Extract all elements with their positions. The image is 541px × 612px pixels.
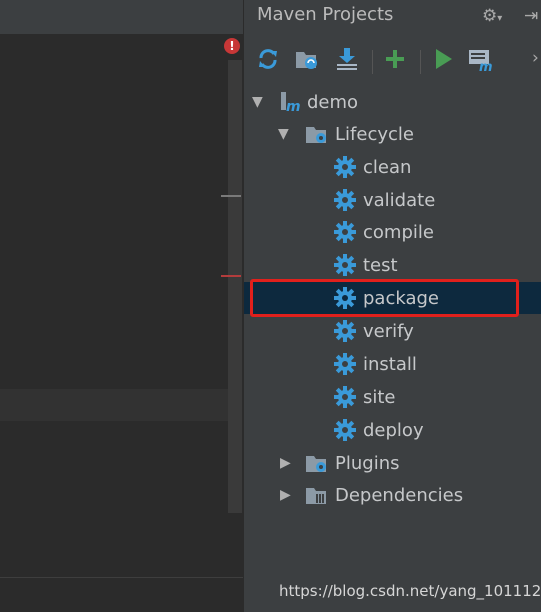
lifecycle-goal-clean[interactable]: clean xyxy=(244,151,541,183)
svg-text:m: m xyxy=(286,99,301,114)
maven-toolbar: m › xyxy=(244,42,541,78)
toolbar-separator xyxy=(372,50,373,74)
lifecycle-goal-install[interactable]: install xyxy=(244,348,541,380)
folder-gear-icon xyxy=(304,451,330,479)
gear-icon xyxy=(333,319,357,347)
gear-icon xyxy=(333,352,357,380)
divider xyxy=(0,577,243,578)
gear-icon[interactable]: ⚙▾ xyxy=(482,6,502,26)
goal-label: verify xyxy=(363,320,414,342)
goal-label: install xyxy=(363,353,417,375)
lifecycle-goal-deploy[interactable]: deploy xyxy=(244,414,541,446)
gear-icon xyxy=(333,155,357,183)
watermark: https://blog.csdn.net/yang_1011123 xyxy=(279,582,541,600)
tree-item-dependencies[interactable]: ▶ Dependencies xyxy=(244,479,541,511)
toolbar-separator xyxy=(420,50,421,74)
lifecycle-goal-test[interactable]: test xyxy=(244,249,541,281)
goal-label: test xyxy=(363,254,398,276)
folder-refresh-icon[interactable] xyxy=(292,42,322,76)
editor-area[interactable]: ! xyxy=(0,0,243,612)
collapse-arrow-icon[interactable]: ▶ xyxy=(280,455,291,471)
maven-module-icon: m xyxy=(279,90,303,118)
lifecycle-goal-validate[interactable]: validate xyxy=(244,184,541,216)
error-icon[interactable]: ! xyxy=(224,38,240,54)
gear-icon xyxy=(333,220,357,248)
expand-arrow-icon[interactable]: ▼ xyxy=(252,94,263,110)
lifecycle-goal-verify[interactable]: verify xyxy=(244,315,541,347)
editor-scrollbar[interactable] xyxy=(228,60,242,513)
annotation-highlight-box xyxy=(250,279,519,317)
panel-header: Maven Projects ⚙▾ ⇥ xyxy=(244,0,541,32)
refresh-icon[interactable] xyxy=(253,42,283,76)
tree-item-lifecycle[interactable]: ▼ Lifecycle xyxy=(244,118,541,150)
gear-icon xyxy=(333,418,357,446)
tree-item-label: Lifecycle xyxy=(335,123,414,145)
tree-item-label: Plugins xyxy=(335,452,400,474)
download-icon[interactable] xyxy=(332,42,362,76)
editor-code-area[interactable] xyxy=(0,34,225,389)
folder-library-icon xyxy=(304,483,330,511)
tree-item-demo[interactable]: ▼ m demo xyxy=(244,86,541,118)
folder-gear-icon xyxy=(304,122,330,150)
goal-label: deploy xyxy=(363,419,424,441)
lifecycle-goal-site[interactable]: site xyxy=(244,381,541,413)
plus-icon[interactable] xyxy=(380,42,410,76)
error-scroll-marker[interactable] xyxy=(221,275,241,277)
more-icon[interactable]: › xyxy=(532,48,539,68)
goal-label: clean xyxy=(363,156,412,178)
tree-item-label: demo xyxy=(307,91,359,113)
gear-icon xyxy=(333,385,357,413)
gear-icon xyxy=(333,188,357,216)
editor-gutter-band xyxy=(0,389,228,421)
editor-lower-area[interactable] xyxy=(0,421,228,612)
goal-label: validate xyxy=(363,189,436,211)
collapse-arrow-icon[interactable]: ▶ xyxy=(280,487,291,503)
scroll-marker[interactable] xyxy=(221,195,241,197)
editor-tab-strip xyxy=(0,0,243,34)
goal-label: site xyxy=(363,386,396,408)
panel-title: Maven Projects xyxy=(257,4,394,25)
gear-icon xyxy=(333,253,357,281)
expand-arrow-icon[interactable]: ▼ xyxy=(278,126,289,142)
pin-right-icon[interactable]: ⇥ xyxy=(524,6,538,26)
svg-text:m: m xyxy=(479,60,493,72)
tree-item-label: Dependencies xyxy=(335,484,464,506)
tree-item-plugins[interactable]: ▶ Plugins xyxy=(244,447,541,479)
maven-goal-icon[interactable]: m xyxy=(466,42,496,76)
lifecycle-goal-compile[interactable]: compile xyxy=(244,216,541,248)
play-icon[interactable] xyxy=(428,42,458,76)
goal-label: compile xyxy=(363,221,434,243)
